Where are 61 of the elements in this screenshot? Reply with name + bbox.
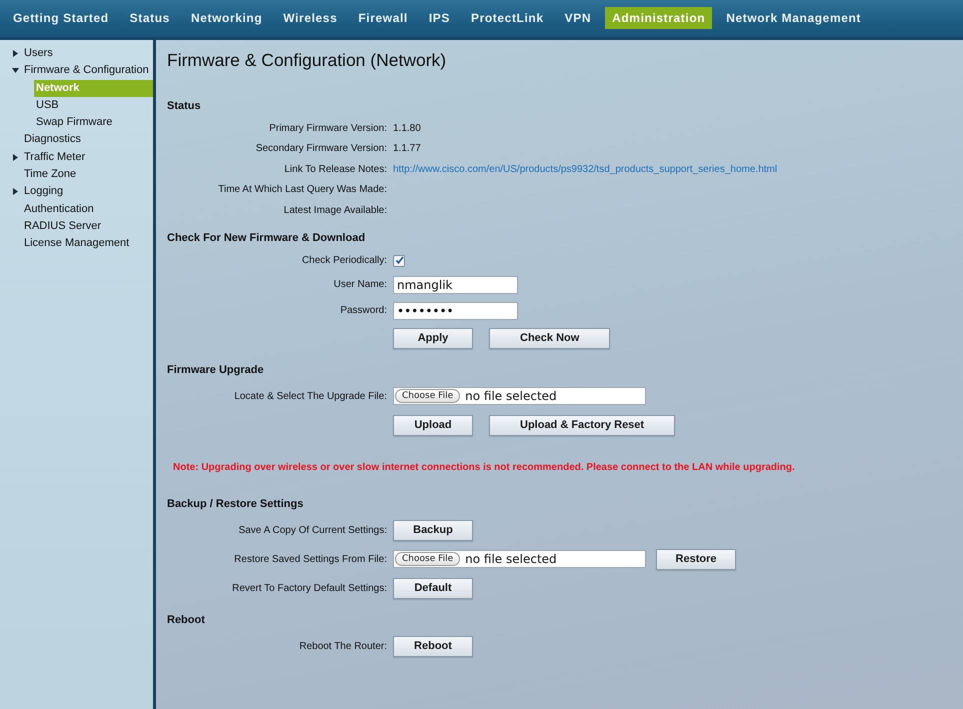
field-label: Password: <box>340 305 387 316</box>
action-button[interactable]: Upload & Factory Reset <box>489 414 676 436</box>
caret-right-icon[interactable] <box>12 154 19 161</box>
sidebar-item[interactable]: License Management <box>0 235 149 253</box>
action-button[interactable]: Reboot <box>393 636 473 656</box>
page-title: Firmware & Configuration (Network) <box>167 50 448 71</box>
action-button[interactable]: Check Now <box>489 328 610 348</box>
choose-file-button[interactable]: Choose File <box>395 389 460 403</box>
action-button[interactable]: Backup <box>393 520 473 540</box>
warning-note: Note: Upgrading over wireless or over slow internet connections is not recommended. Please connect to the LAN while upgrading. <box>172 460 796 474</box>
action-button[interactable]: Apply <box>393 328 473 348</box>
sidebar-item[interactable]: Users <box>0 45 149 62</box>
section-heading: Reboot <box>167 614 206 626</box>
sidebar-item[interactable]: Logging <box>0 183 149 201</box>
sidebar-item[interactable]: Traffic Meter <box>0 148 149 166</box>
nav-tab[interactable]: Network Management <box>719 6 868 28</box>
nav-tab[interactable]: Networking <box>184 6 270 28</box>
action-button[interactable]: Restore <box>656 548 736 570</box>
sidebar-item[interactable]: Authentication <box>0 200 149 218</box>
field-label: Check Periodically: <box>302 255 387 266</box>
choose-file-button[interactable]: Choose File <box>395 552 460 566</box>
input-field[interactable]: •••••••• <box>393 302 518 320</box>
nav-tab[interactable]: Wireless <box>276 6 344 28</box>
caret-down-icon[interactable] <box>12 67 19 74</box>
nav-tab[interactable]: ProtectLink <box>464 6 551 28</box>
sidebar-item[interactable]: Swap Firmware <box>0 114 149 132</box>
field-label: Save A Copy Of Current Settings: <box>238 524 387 536</box>
file-status-text: no file selected <box>465 389 557 403</box>
field-label: User Name: <box>334 279 387 290</box>
caret-right-icon[interactable] <box>12 50 19 57</box>
section-heading: Check For New Firmware & Download <box>167 232 366 244</box>
sidebar-item[interactable]: Firmware & Configuration <box>0 62 149 80</box>
field-label: Link To Release Notes: <box>284 164 387 175</box>
field-label: Reboot The Router: <box>299 640 387 652</box>
field-label: Time At Which Last Query Was Made: <box>218 184 387 196</box>
field-label: Primary Firmware Version: <box>269 122 387 134</box>
nav-tab[interactable]: Status <box>122 6 177 28</box>
sidebar-item[interactable]: RADIUS Server <box>0 218 149 236</box>
sidebar-item[interactable]: Diagnostics <box>0 131 149 149</box>
action-button[interactable]: Upload <box>393 414 473 436</box>
section-heading: Status <box>167 100 202 112</box>
section-heading: Backup / Restore Settings <box>167 498 304 510</box>
sidebar-item[interactable]: Time Zone <box>0 166 149 184</box>
checkbox[interactable] <box>393 254 405 266</box>
field-label: Latest Image Available: <box>284 204 387 216</box>
field-label: Restore Saved Settings From File: <box>234 554 387 564</box>
action-button[interactable]: Default <box>393 578 473 598</box>
caret-right-icon[interactable] <box>12 188 19 196</box>
field-label: Secondary Firmware Version: <box>256 143 387 154</box>
nav-tab[interactable]: VPN <box>558 6 598 28</box>
field-value: 1.1.77 <box>393 143 421 154</box>
field-label: Locate & Select The Upgrade File: <box>234 390 387 402</box>
nav-tab[interactable]: IPS <box>422 6 457 28</box>
sidebar-item[interactable]: USB <box>0 96 149 114</box>
field-value: 1.1.80 <box>393 122 421 134</box>
section-heading: Firmware Upgrade <box>167 364 265 376</box>
nav-tab[interactable]: Firewall <box>351 6 415 28</box>
file-status-text: no file selected <box>465 552 557 566</box>
input-field[interactable]: nmanglik <box>393 276 518 294</box>
nav-tab[interactable]: Getting Started <box>6 6 116 28</box>
field-label: Revert To Factory Default Settings: <box>232 582 387 594</box>
